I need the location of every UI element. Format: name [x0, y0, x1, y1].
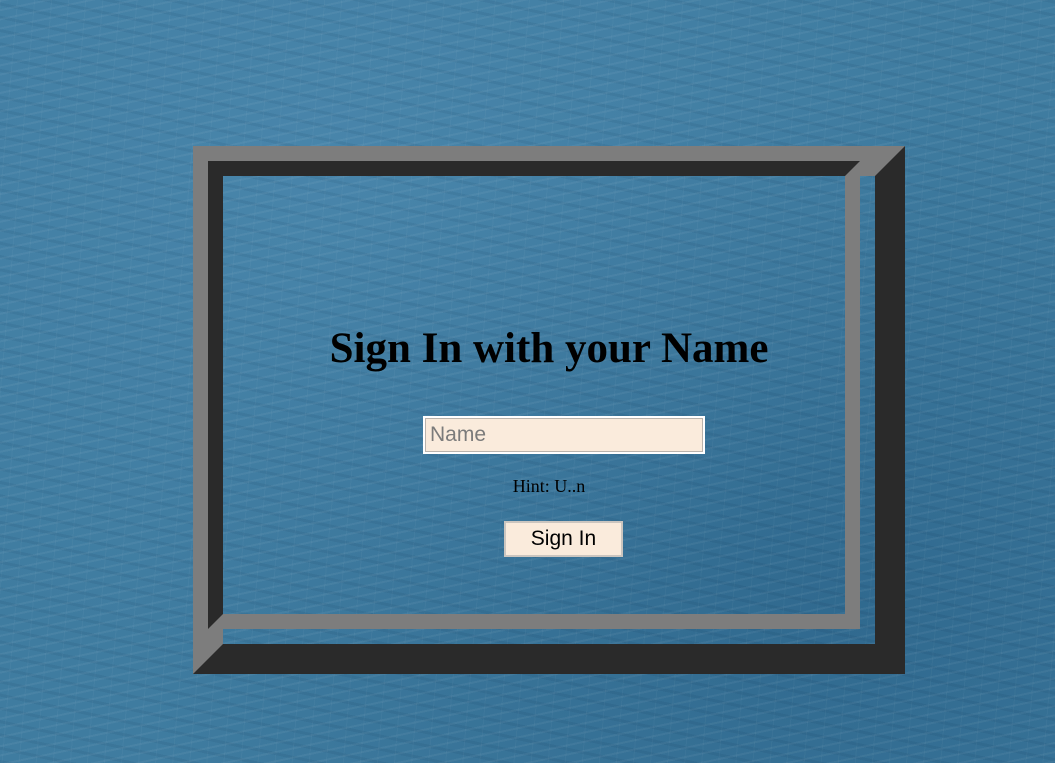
page-title: Sign In with your Name — [329, 325, 769, 372]
hint-text: Hint: U..n — [512, 476, 586, 496]
sign-in-panel — [208, 161, 860, 629]
name-input[interactable] — [423, 416, 705, 454]
sign-in-frame: Sign In with your Name Hint: U..n Sign I… — [193, 146, 905, 674]
sign-in-button[interactable]: Sign In — [504, 521, 623, 557]
